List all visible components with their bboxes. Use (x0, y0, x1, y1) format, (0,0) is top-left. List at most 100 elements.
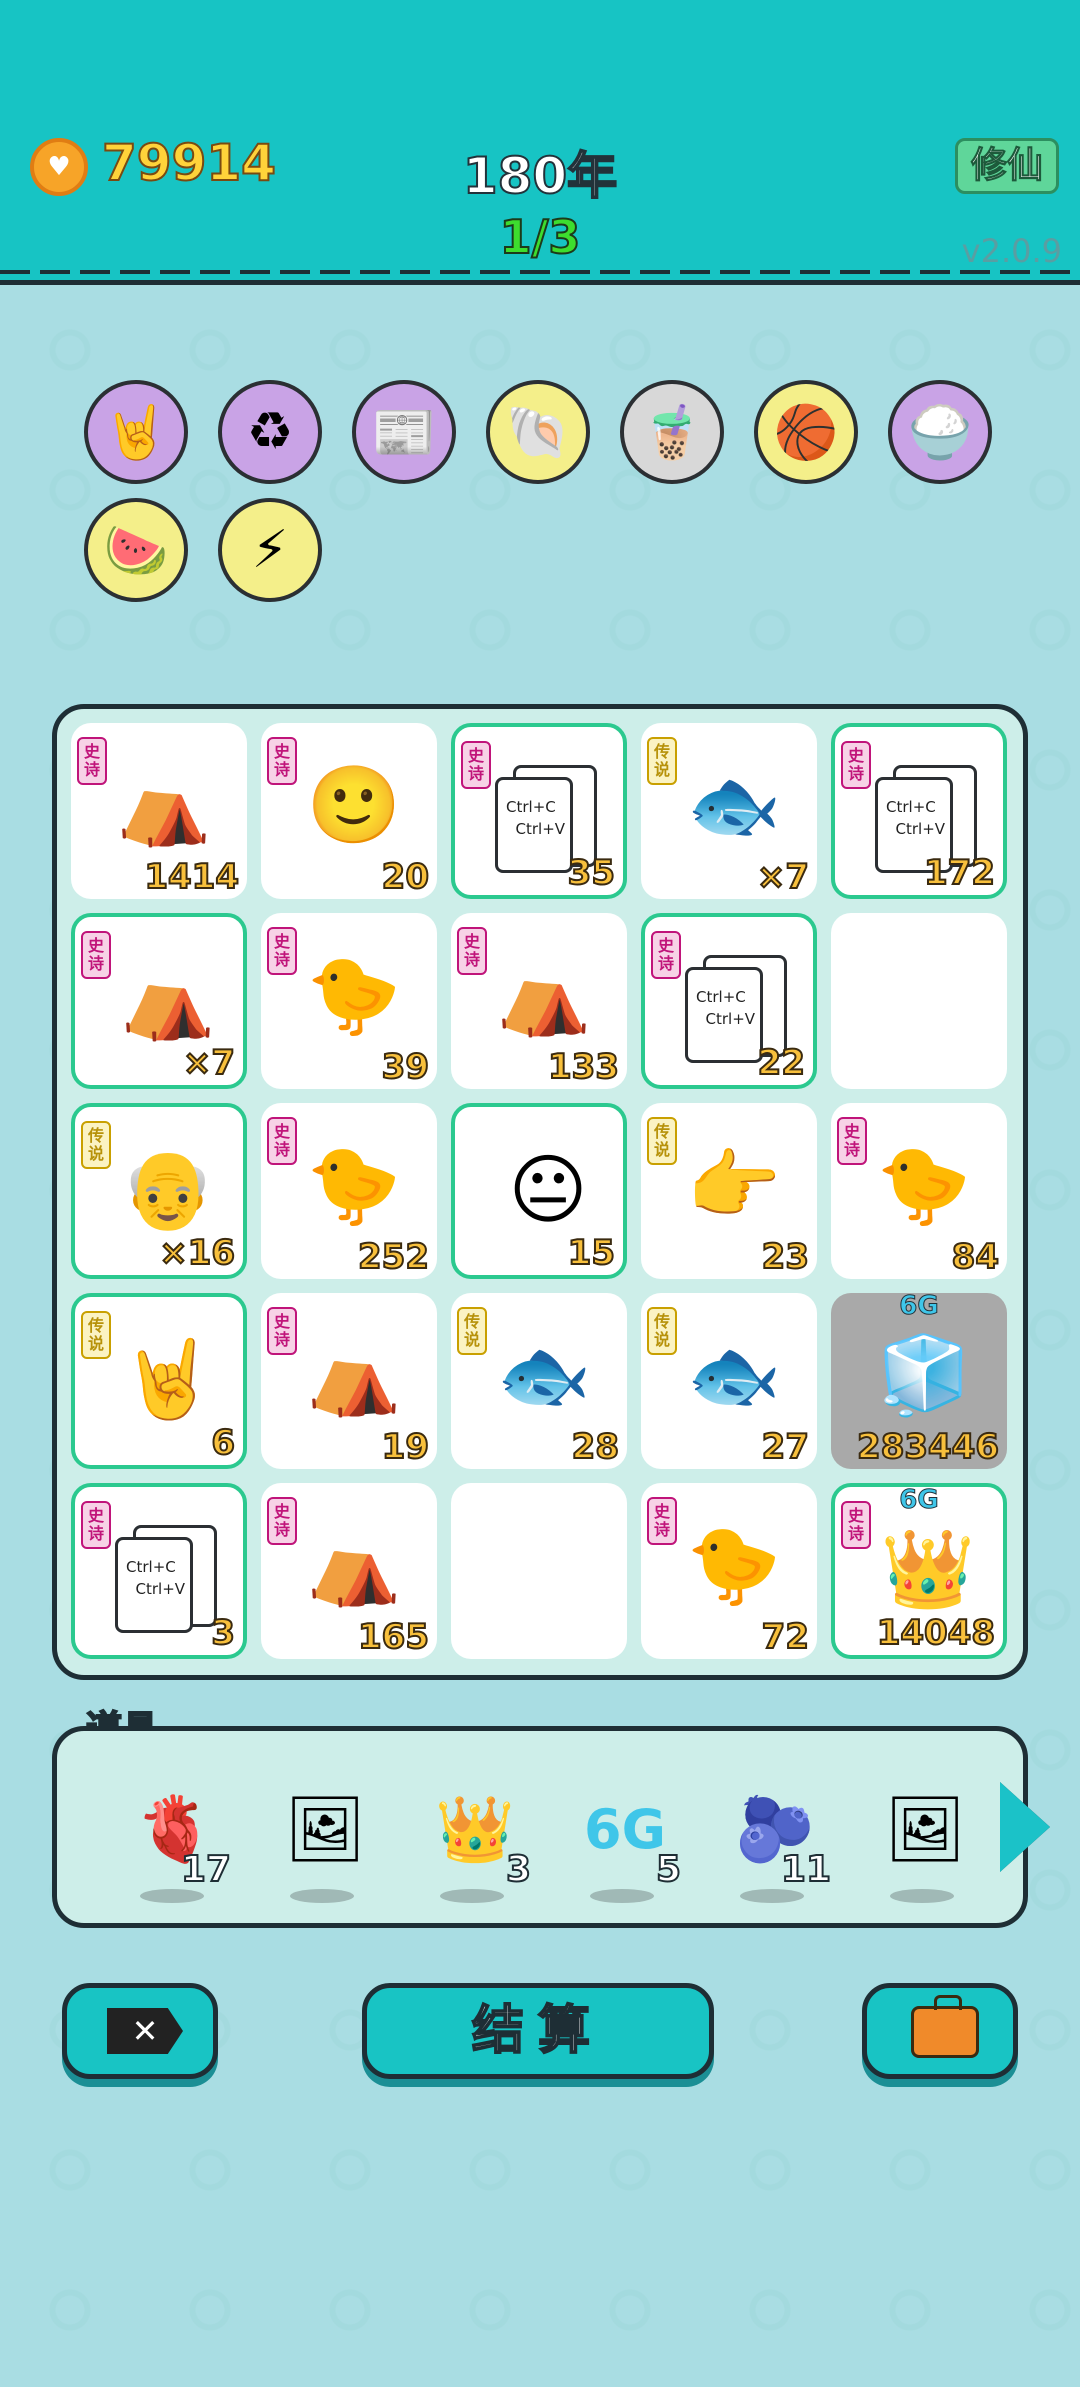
board-cell[interactable]: 传说 🐟 28 (451, 1293, 627, 1469)
board-cell[interactable]: 史诗 🙂 20 (261, 723, 437, 899)
empty-cell[interactable] (451, 1483, 627, 1659)
backpack-button[interactable] (862, 1983, 1018, 2079)
board-cell[interactable]: 史诗 ⛺ 1414 (71, 723, 247, 899)
board-cell[interactable]: 6G 🧊 283446 (831, 1291, 1007, 1469)
board-cell[interactable]: 史诗 ⛺ 133 (451, 913, 627, 1089)
old-man-icon: 👴 (120, 1144, 216, 1233)
item-shadow (590, 1889, 654, 1903)
cell-value: ×7 (756, 856, 810, 898)
board-cell[interactable]: 传说 👴 ×16 (71, 1103, 247, 1279)
cell-value: ×7 (182, 1042, 236, 1084)
cell-value: 283446 (856, 1426, 1000, 1468)
board-cell[interactable]: 史诗 Ctrl+C Ctrl+V 172 (831, 723, 1007, 899)
settle-button[interactable]: 结算 (362, 1983, 714, 2079)
gray-hair-chick-icon: 🐤 (306, 1140, 402, 1229)
pointing-hand-icon: 👉 (686, 1140, 782, 1229)
item-slot[interactable]: 🫀 17 (115, 1779, 232, 1903)
bubble-tea-icon[interactable]: 🧋 (620, 380, 724, 484)
item-slot[interactable]: 🖼 (865, 1779, 975, 1903)
years-counter: 180年 (462, 146, 618, 206)
item-slot[interactable]: 🫐 11 (715, 1779, 832, 1903)
board-cell[interactable]: 传说 🤘 6 (71, 1293, 247, 1469)
cell-value: 165 (357, 1616, 430, 1658)
cell-value: 133 (547, 1046, 620, 1088)
cell-value: 84 (951, 1236, 1000, 1278)
epic-tag: 史诗 (461, 741, 491, 789)
lantern-tent-icon: ⛺ (120, 954, 216, 1043)
item-count: 3 (505, 1848, 532, 1891)
cell-value: 14048 (876, 1612, 996, 1654)
cancel-button[interactable]: ✕ (62, 1983, 218, 2079)
cultivation-button[interactable]: 修仙 (955, 138, 1059, 194)
epic-tag: 史诗 (81, 1501, 111, 1549)
fridge-icon: 🧊 (876, 1330, 972, 1419)
board-cell[interactable]: 史诗 🐤 39 (261, 913, 437, 1089)
items-panel: 🫀 17 🖼 👑 3 6G 5 🫐 11 🖼 (52, 1726, 1028, 1928)
frame-icon: 🖼 (884, 1792, 966, 1867)
game-board: 史诗 ⛺ 1414 史诗 🙂 20 史诗 Ctrl+C Ctrl+V 35 传说 🐟 ×7 史诗 Ctrl… (52, 704, 1028, 1680)
cell-value: 172 (923, 852, 996, 894)
close-icon: ✕ (107, 2008, 183, 2054)
board-cell[interactable]: 史诗 🐤 84 (831, 1103, 1007, 1279)
ctrl-c-v-icon: Ctrl+C Ctrl+V (115, 1525, 217, 1635)
item-shadow (740, 1889, 804, 1903)
board-cell[interactable]: 史诗 🐤 72 (641, 1483, 817, 1659)
koi-fish-icon: 🐟 (496, 1330, 592, 1419)
koi-fish-icon: 🐟 (686, 1330, 782, 1419)
board-cell[interactable]: 史诗 ⛺ 165 (261, 1483, 437, 1659)
crowned-bearded-man-icon: 👑 (880, 1524, 976, 1613)
board-cell[interactable]: 史诗 Ctrl+C Ctrl+V 3 (71, 1483, 247, 1659)
item-count: 5 (655, 1848, 682, 1891)
chick-basketball-icon: 🐤 (306, 950, 402, 1039)
item-shadow (290, 1889, 354, 1903)
board-cell[interactable]: 史诗 Ctrl+C Ctrl+V 22 (641, 913, 817, 1089)
cell-value: 252 (357, 1236, 430, 1278)
board-cell[interactable]: 史诗 🐤 252 (261, 1103, 437, 1279)
basketballs-icon[interactable]: 🏀 (754, 380, 858, 484)
rock-hand-icon: 🤘 (120, 1334, 216, 1423)
item-slot[interactable]: 6G 5 (565, 1779, 682, 1903)
time-magazine-icon[interactable]: 📰 (352, 380, 456, 484)
board-cell[interactable]: 史诗 6G 👑 14048 (831, 1483, 1007, 1659)
rice-bowl-icon[interactable]: 🍚 (888, 380, 992, 484)
shell-icon[interactable]: 🐚 (486, 380, 590, 484)
cell-value: 39 (381, 1046, 430, 1088)
item-slot[interactable]: 🖼 (265, 1779, 375, 1903)
man-face-icon: 😐 (508, 1144, 588, 1234)
cell-value: 22 (757, 1042, 806, 1084)
cell-value: 19 (381, 1426, 430, 1468)
item-count: 11 (780, 1848, 832, 1891)
lightning-icon[interactable]: ⚡ (218, 498, 322, 602)
cell-value: 1414 (143, 856, 240, 898)
rock-hand-icon[interactable]: 🤘 (84, 380, 188, 484)
board-cell[interactable]: 史诗 ⛺ ×7 (71, 913, 247, 1089)
empty-cell[interactable] (831, 913, 1007, 1089)
cell-value: 3 (210, 1612, 236, 1654)
board-cell[interactable]: 史诗 ⛺ 19 (261, 1293, 437, 1469)
board-cell[interactable]: 传说 👉 23 (641, 1103, 817, 1279)
board-cell[interactable]: 史诗 Ctrl+C Ctrl+V 35 (451, 723, 627, 899)
item-count: 17 (180, 1848, 232, 1891)
yellow-face-icon: 🙂 (306, 760, 402, 849)
briefcase-icon (911, 1995, 979, 2058)
cell-value: ×16 (158, 1232, 236, 1274)
red-cap-chick-icon: 🐤 (686, 1520, 782, 1609)
version-label: v2.0.9 (961, 232, 1062, 270)
crowned-tent-icon: ⛺ (496, 950, 592, 1039)
next-arrow-icon[interactable] (1000, 1782, 1050, 1872)
item-slot[interactable]: 👑 3 (415, 1779, 532, 1903)
epic-tag: 史诗 (841, 741, 871, 789)
cell-value: 23 (761, 1236, 810, 1278)
settle-label: 结算 (471, 2000, 604, 2062)
recycle-icon[interactable]: ♻ (218, 380, 322, 484)
board-cell[interactable]: 😐 15 (451, 1103, 627, 1279)
lantern-tent-icon: ⛺ (306, 1520, 402, 1609)
cell-value: 28 (571, 1426, 620, 1468)
cell-value: 35 (567, 852, 616, 894)
lantern-tent-icon: ⛺ (116, 760, 212, 849)
epic-tag: 史诗 (651, 931, 681, 979)
board-cell[interactable]: 传说 🐟 27 (641, 1293, 817, 1469)
board-cell[interactable]: 传说 🐟 ×7 (641, 723, 817, 899)
fruit-platter-icon[interactable]: 🍉 (84, 498, 188, 602)
cell-value: 6 (210, 1422, 236, 1464)
